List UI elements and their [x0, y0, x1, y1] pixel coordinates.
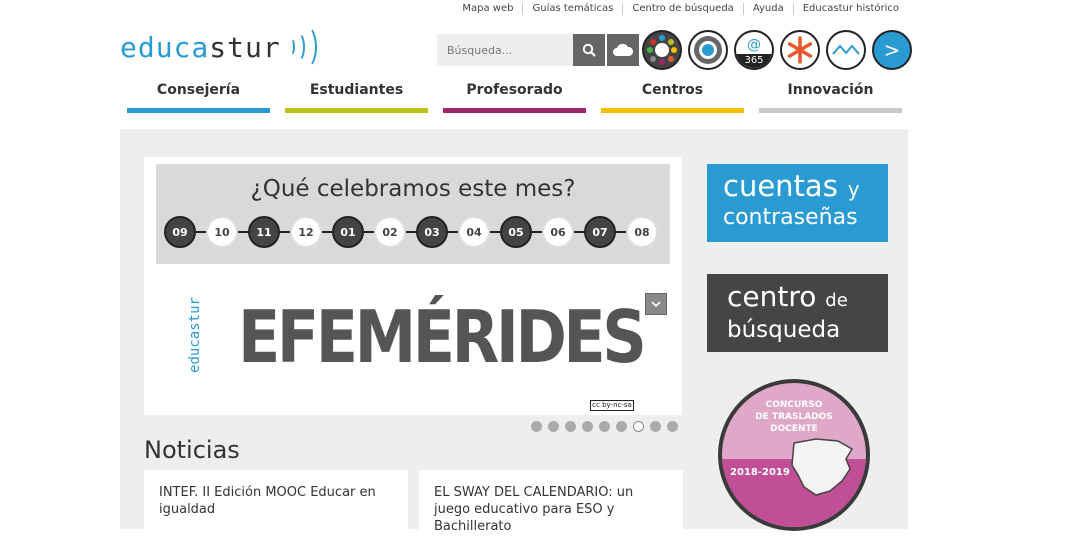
- wave-icon[interactable]: [826, 30, 866, 70]
- news-card[interactable]: INTEF. II Edición MOOC Educar en igualda…: [144, 470, 408, 540]
- slider-dots: [531, 421, 678, 432]
- search-input[interactable]: [437, 34, 573, 66]
- link-educastur-historico[interactable]: Educastur histórico: [792, 3, 908, 15]
- search-bar: [437, 34, 605, 66]
- asterisk-icon[interactable]: [780, 30, 820, 70]
- link-centro-busqueda[interactable]: Centro de búsqueda: [622, 3, 742, 15]
- date-circle: 04: [458, 216, 490, 248]
- slider-dot[interactable]: [650, 421, 661, 432]
- office365-icon[interactable]: @ 365: [734, 30, 774, 70]
- concurso-traslados-banner[interactable]: CONCURSO DE TRASLADOS DOCENTE 2018-2019: [718, 379, 870, 531]
- month-dates: 09 10 11 12 01 02 03 04 05 06 07 08: [164, 216, 658, 248]
- date-circle: 03: [416, 216, 448, 248]
- date-circle: 12: [290, 216, 322, 248]
- date-circle: 06: [542, 216, 574, 248]
- slider-dot[interactable]: [582, 421, 593, 432]
- date-circle: 05: [500, 216, 532, 248]
- nav-innovacion[interactable]: Innovación: [759, 78, 902, 113]
- cloud-button[interactable]: [607, 34, 639, 66]
- news-card-title[interactable]: INTEF. II Edición MOOC Educar en igualda…: [159, 485, 376, 517]
- link-guias-tematicas[interactable]: Guías temáticas: [522, 3, 622, 15]
- search-button[interactable]: [573, 34, 605, 66]
- efemerides-slider[interactable]: ¿Qué celebramos este mes? 09 10 11 12 01…: [144, 157, 682, 415]
- educastur-logo[interactable]: educastur: [120, 24, 325, 70]
- nav-centros[interactable]: Centros: [601, 78, 744, 113]
- centro-busqueda-button[interactable]: centro de búsqueda: [707, 274, 888, 352]
- cc-license-badge: cc by-nc-sa: [590, 400, 634, 411]
- slider-dot-active[interactable]: [633, 421, 644, 432]
- concurso-year: 2018-2019: [730, 467, 790, 478]
- main-content: ¿Qué celebramos este mes? 09 10 11 12 01…: [120, 129, 908, 540]
- logo-text: educastur: [120, 30, 281, 64]
- date-circle: 07: [584, 216, 616, 248]
- chevron-down-icon: [651, 300, 661, 307]
- date-circle: 01: [332, 216, 364, 248]
- top-links: Mapa web Guías temáticas Centro de búsqu…: [453, 3, 908, 15]
- news-card[interactable]: EL SWAY DEL CALENDARIO: un juego educati…: [419, 470, 683, 540]
- slide-header: ¿Qué celebramos este mes? 09 10 11 12 01…: [156, 164, 670, 264]
- signal-waves-icon: [285, 24, 325, 70]
- vertical-logo: educastur: [187, 297, 203, 373]
- palette-icon[interactable]: [642, 30, 682, 70]
- ring-icon[interactable]: [688, 30, 728, 70]
- news-card-title[interactable]: EL SWAY DEL CALENDARIO: un juego educati…: [434, 485, 633, 534]
- nav-profesorado[interactable]: Profesorado: [443, 78, 586, 113]
- link-ayuda[interactable]: Ayuda: [742, 3, 793, 15]
- slider-dot[interactable]: [667, 421, 678, 432]
- quick-access-icons: @ 365 >: [642, 30, 912, 70]
- slider-dot[interactable]: [616, 421, 627, 432]
- date-circle: 09: [164, 216, 196, 248]
- date-circle: 10: [206, 216, 238, 248]
- search-icon: [582, 43, 596, 57]
- slider-dot[interactable]: [531, 421, 542, 432]
- slide-headline: EFEMÉRIDES: [238, 295, 647, 379]
- date-circle: 08: [626, 216, 658, 248]
- concurso-text: CONCURSO DE TRASLADOS DOCENTE: [755, 400, 833, 434]
- nav-consejeria[interactable]: Consejería: [127, 78, 270, 113]
- slide-toggle-button[interactable]: [645, 293, 667, 315]
- date-circle: 11: [248, 216, 280, 248]
- slide-title: ¿Qué celebramos este mes?: [250, 176, 576, 202]
- nav-estudiantes[interactable]: Estudiantes: [285, 78, 428, 113]
- noticias-heading: Noticias: [144, 436, 240, 464]
- cuentas-contrasenas-button[interactable]: cuentas y contraseñas: [707, 164, 888, 242]
- slider-dot[interactable]: [548, 421, 559, 432]
- next-icon[interactable]: >: [872, 30, 912, 70]
- slider-dot[interactable]: [565, 421, 576, 432]
- slider-dot[interactable]: [599, 421, 610, 432]
- link-mapa-web[interactable]: Mapa web: [453, 3, 522, 15]
- cloud-icon: [613, 43, 634, 56]
- main-nav: Consejería Estudiantes Profesorado Centr…: [127, 78, 902, 113]
- spain-map-icon: [791, 438, 854, 496]
- date-circle: 02: [374, 216, 406, 248]
